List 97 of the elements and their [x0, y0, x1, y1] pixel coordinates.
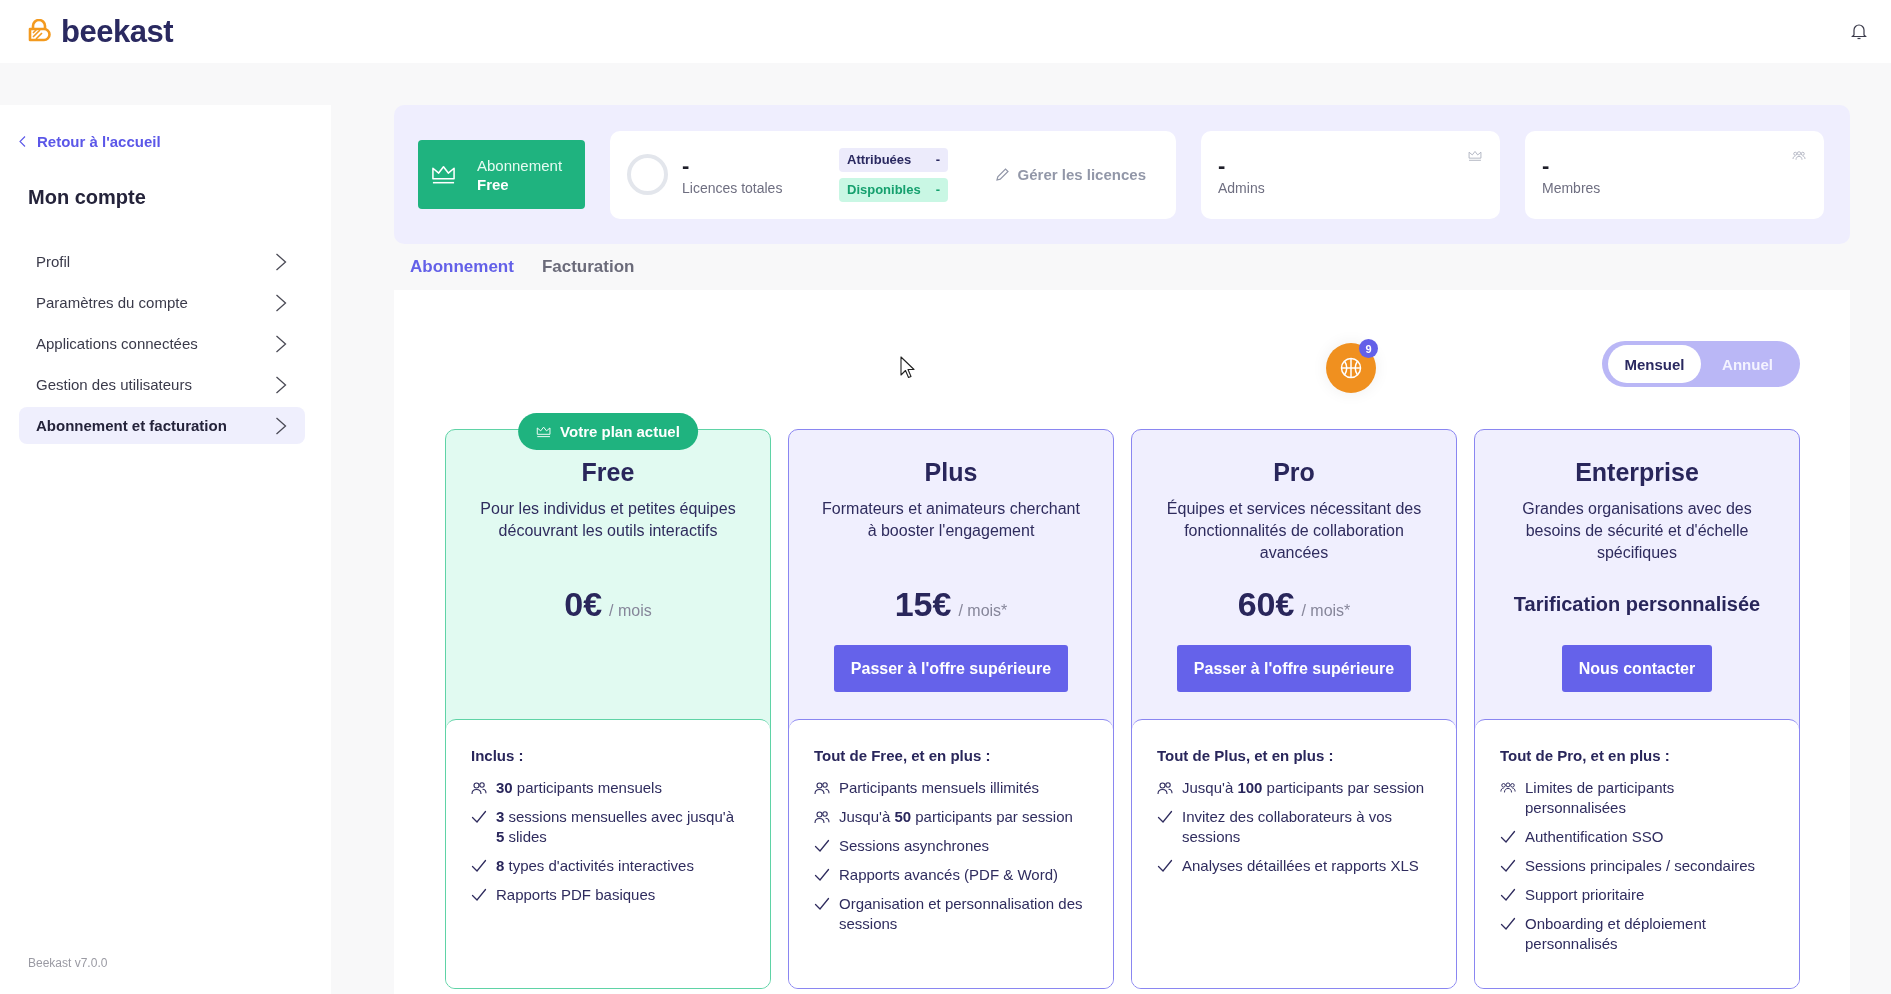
plan-title: Plus	[924, 457, 978, 487]
check-icon	[471, 887, 487, 903]
features-title: Tout de Pro, et en plus :	[1500, 746, 1671, 766]
features-title: Tout de Free, et en plus :	[814, 746, 992, 766]
chevron-left-icon	[19, 135, 26, 147]
feature-text: Organisation et personnalisation des sessions	[839, 894, 1084, 934]
check-icon	[471, 858, 487, 874]
people-icon	[1157, 780, 1173, 796]
feature-text: Rapports avancés (PDF & Word)	[839, 865, 1058, 885]
people-icon	[471, 780, 487, 796]
feature-text: Onboarding et déploiement personnalisés	[1525, 914, 1707, 954]
stat-value: -	[1218, 152, 1226, 179]
sidebar-item[interactable]: Profil	[19, 243, 305, 280]
chevron-right-icon	[275, 252, 287, 271]
tag-label: Disponibles	[847, 182, 921, 197]
plan-title: Free	[581, 457, 635, 487]
chevron-right-icon	[275, 293, 287, 312]
plan-price: 15€	[894, 584, 952, 624]
plan-description: Pour les individus et petites équipes découvrant les outils interactifs	[479, 499, 737, 541]
check-icon	[471, 809, 487, 825]
chevron-right-icon	[275, 375, 287, 394]
crown-icon	[1468, 149, 1482, 162]
plan-description: Formateurs et animateurs cherchant à booster l'engagement	[821, 499, 1081, 541]
tab[interactable]: Facturation	[541, 257, 635, 277]
check-icon	[814, 838, 830, 854]
feature-text: Limites de participants personnalisées	[1525, 778, 1676, 818]
sidebar-item[interactable]: Abonnement et facturation	[19, 407, 305, 444]
ring-icon	[627, 154, 668, 195]
feature-text: Support prioritaire	[1525, 885, 1645, 905]
stat-label: Admins	[1218, 178, 1265, 197]
sidebar-item[interactable]: Applications connectées	[19, 325, 305, 362]
check-icon	[1157, 858, 1173, 874]
people-icon	[814, 809, 830, 825]
plan-label: Abonnement	[477, 155, 563, 175]
mouse-pointer-icon	[900, 356, 915, 379]
back-link[interactable]: Retour à l'accueil	[19, 131, 161, 151]
feature-text: Jusqu'à 100 participants par session	[1182, 778, 1425, 798]
feature-text: Sessions asynchrones	[839, 836, 990, 856]
feature-text: Rapports PDF basiques	[496, 885, 656, 905]
features-title: Tout de Plus, et en plus :	[1157, 746, 1335, 766]
crown-icon	[431, 164, 456, 185]
feature-text: Analyses détaillées et rapports XLS	[1182, 856, 1419, 876]
feature-text: 3 sessions mensuelles avec jusqu'à 5 slides	[496, 807, 735, 847]
tab[interactable]: Abonnement	[410, 257, 514, 277]
features-title: Inclus :	[471, 746, 525, 766]
chevron-right-icon	[275, 416, 287, 435]
stat-label: Membres	[1542, 178, 1601, 197]
plan-description: Grandes organisations avec des besoins de sécurité et d'échelle spécifiques	[1521, 499, 1753, 563]
group-icon	[1792, 149, 1806, 162]
account-title: Mon compte	[28, 185, 146, 209]
feature-text: Sessions principales / secondaires	[1525, 856, 1756, 876]
tag-label: Attribuées	[847, 152, 912, 167]
plan-action-button[interactable]: Passer à l'offre supérieure	[1176, 645, 1412, 692]
plan-price: 0€	[564, 584, 603, 624]
feature-text: 8 types d'activités interactives	[496, 856, 694, 876]
stat-value: -	[1542, 152, 1550, 179]
plan-action-button[interactable]: Nous contacter	[1561, 645, 1713, 692]
sidebar-item[interactable]: Gestion des utilisateurs	[19, 366, 305, 403]
plan-price: 60€	[1237, 584, 1295, 624]
feature-text: Jusqu'à 50 participants par session	[839, 807, 1073, 827]
notification-count: 9	[1359, 339, 1378, 358]
check-icon	[1500, 916, 1516, 932]
licences-value: -	[682, 152, 690, 179]
feature-text: Authentification SSO	[1525, 827, 1664, 847]
plan-title: Pro	[1273, 457, 1315, 487]
version-text: Beekast v7.0.0	[28, 956, 108, 970]
feature-text: Participants mensuels illimités	[839, 778, 1040, 798]
people-icon	[814, 780, 830, 796]
check-icon	[1500, 829, 1516, 845]
feature-text: 30 participants mensuels	[496, 778, 662, 798]
check-icon	[1500, 858, 1516, 874]
feature-text: Invitez des collaborateurs à vos sessions	[1182, 807, 1394, 847]
plan-action-button[interactable]: Passer à l'offre supérieure	[833, 645, 1069, 692]
basketball-icon	[1340, 357, 1362, 379]
logo-icon	[27, 19, 52, 44]
check-icon	[814, 867, 830, 883]
tag-value: -	[935, 182, 940, 197]
check-icon	[814, 896, 830, 912]
crown-icon	[536, 425, 552, 438]
logo-text: beekast	[61, 14, 173, 49]
check-icon	[1157, 809, 1173, 825]
pencil-icon	[994, 167, 1010, 182]
badge-text: Votre plan actuel	[560, 423, 680, 440]
chevron-right-icon	[275, 334, 287, 353]
plan-name: Free	[477, 174, 509, 194]
price-period: / mois*	[1301, 602, 1351, 620]
custom-pricing-text: Tarification personnalisée	[1513, 591, 1761, 617]
plan-title: Enterprise	[1575, 457, 1699, 487]
notification-bell-icon[interactable]	[1851, 23, 1867, 40]
sidebar-item[interactable]: Paramètres du compte	[19, 284, 305, 321]
tag-value: -	[935, 152, 940, 167]
price-period: / mois	[609, 602, 652, 620]
price-period: / mois*	[958, 602, 1008, 620]
licences-label: Licences totales	[682, 178, 783, 197]
check-icon	[1500, 887, 1516, 903]
toggle-option[interactable]: Mensuel	[1608, 345, 1701, 383]
plan-description: Équipes et services nécessitant des fonctionnalités de collaboration avancées	[1165, 498, 1423, 563]
